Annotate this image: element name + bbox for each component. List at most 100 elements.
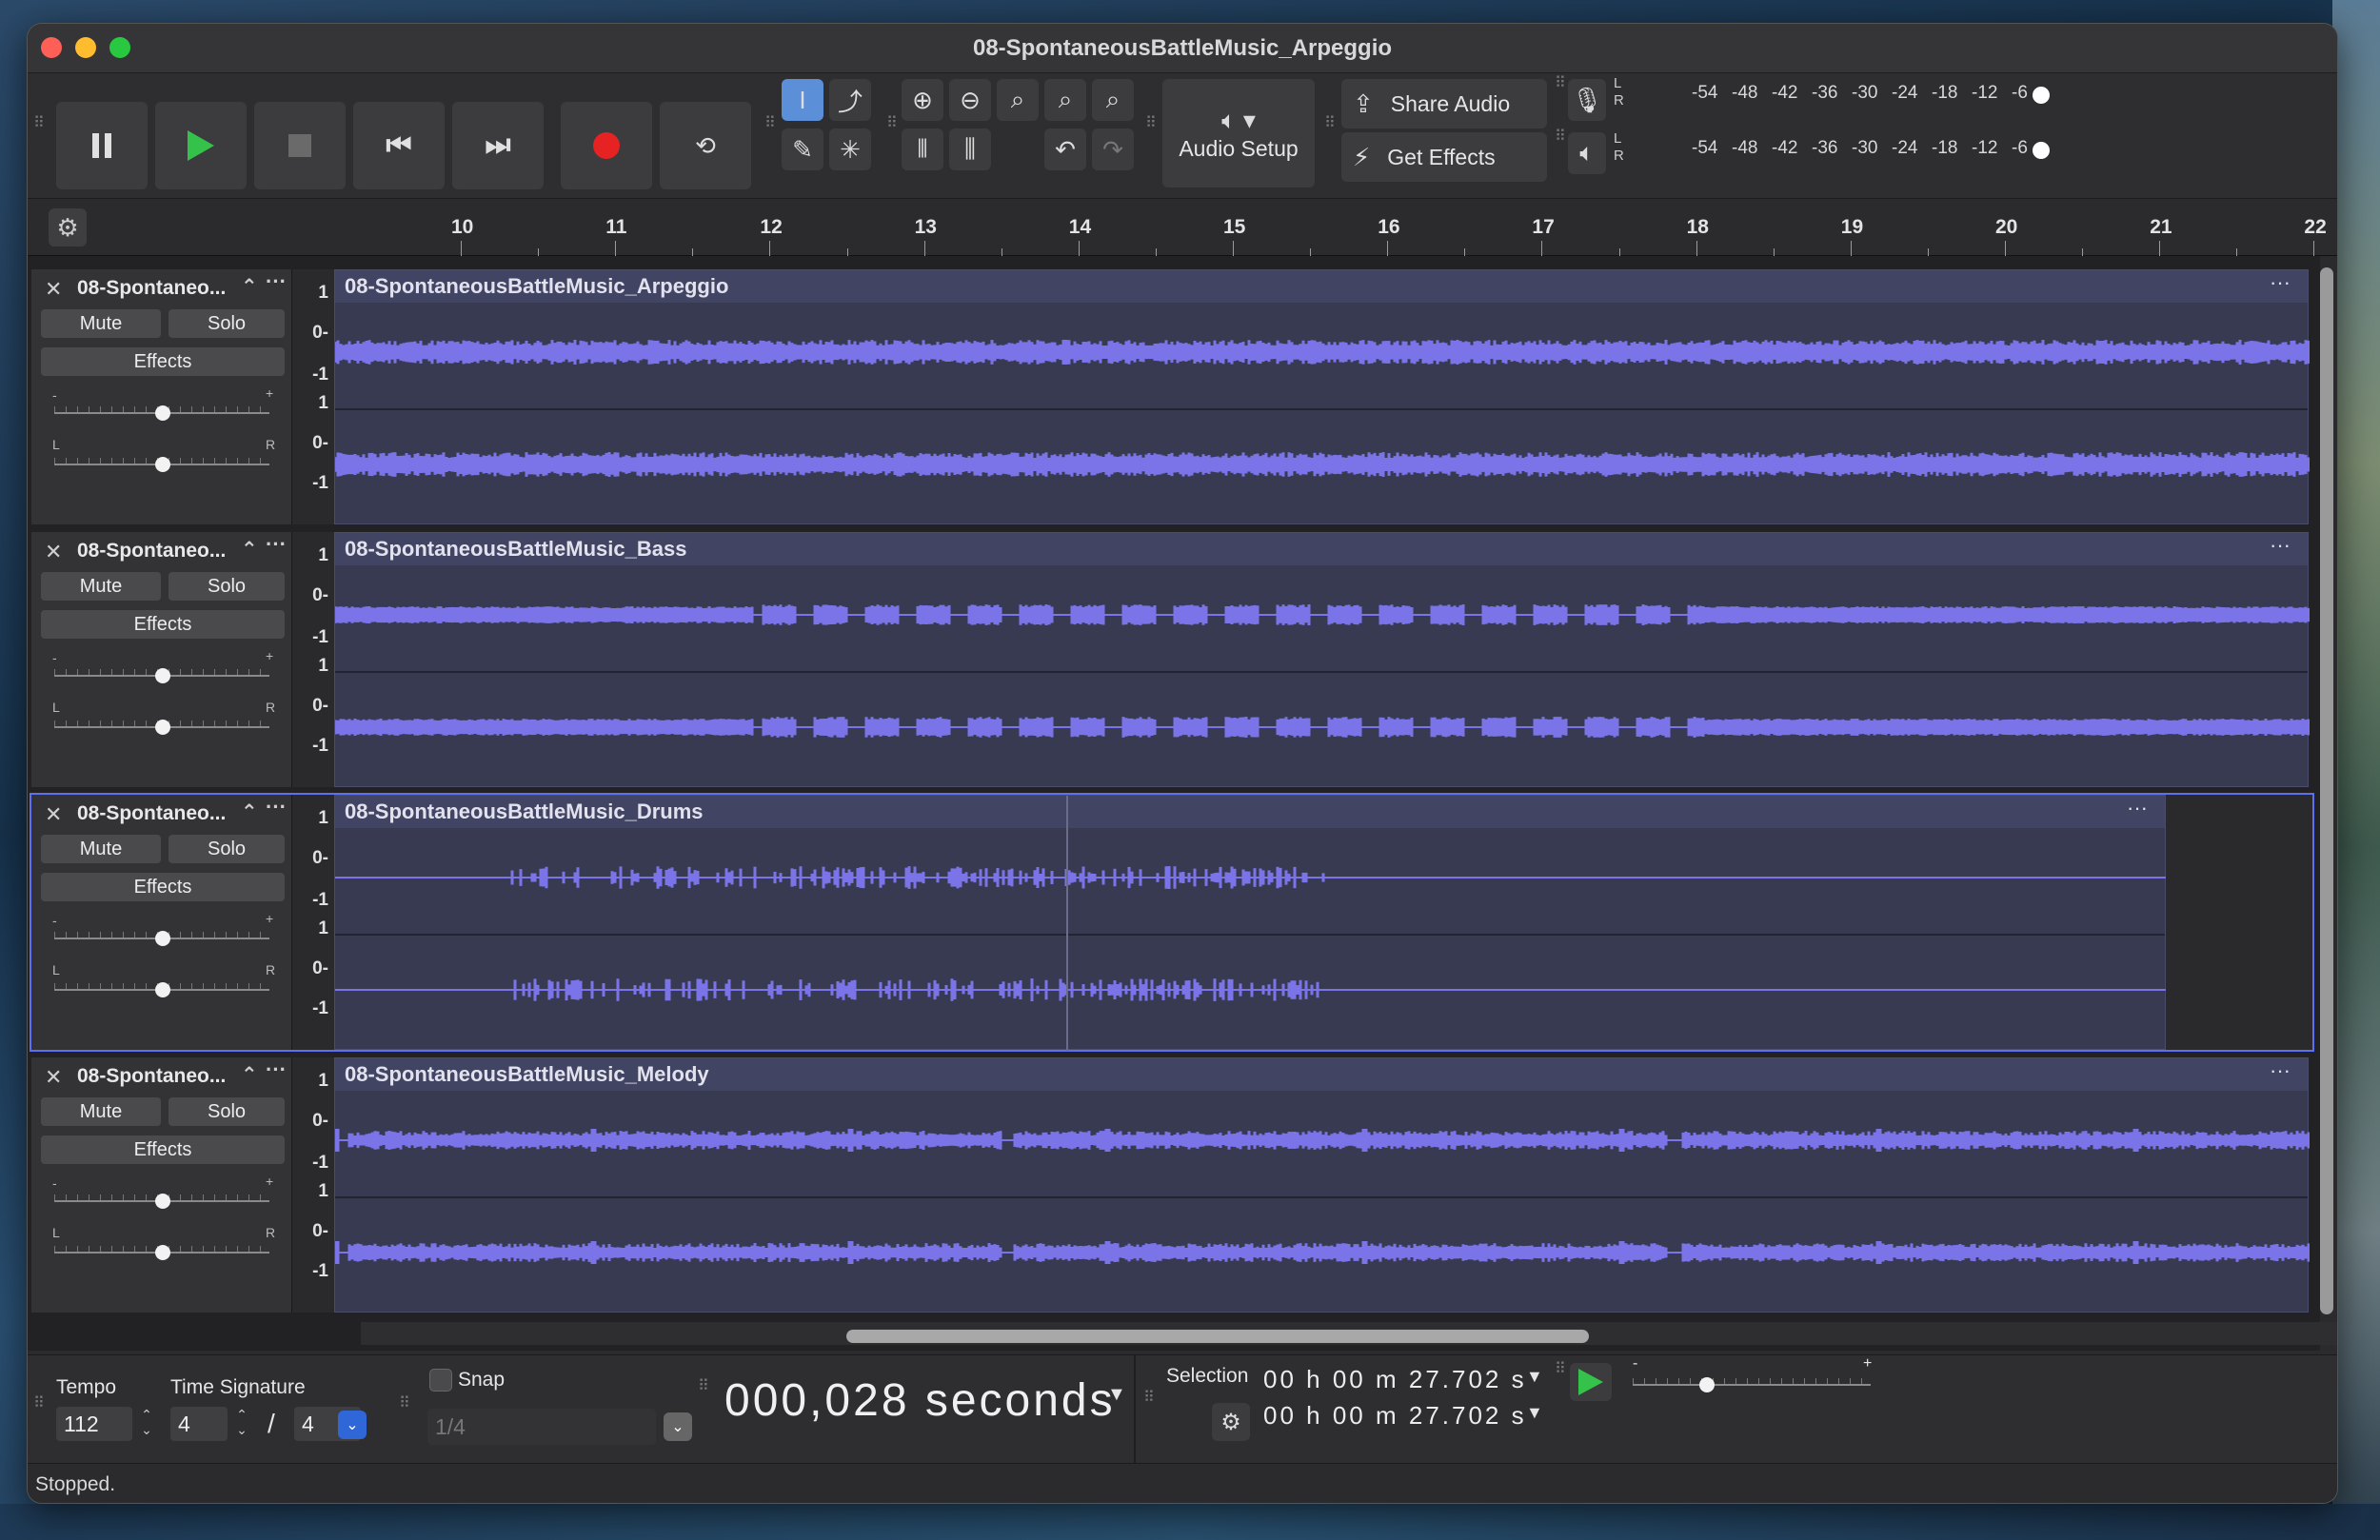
playback-meter-button[interactable]: 🔈︎ bbox=[1568, 132, 1606, 174]
tracks-area[interactable]: ✕ 08-Spontaneo... ⌃ ··· Mute Solo Effects - + L R 1… bbox=[28, 256, 2320, 1351]
redo-button[interactable]: ↷ bbox=[1092, 128, 1134, 170]
clip-title[interactable]: 08-SpontaneousBattleMusic_Bass bbox=[335, 533, 2308, 565]
track-menu-button[interactable]: ··· bbox=[266, 269, 287, 294]
toolbar-grip[interactable]: ⠿ bbox=[886, 116, 898, 142]
selection-start-dropdown-icon[interactable]: ▼ bbox=[1526, 1367, 1543, 1387]
collapse-track-button[interactable]: ⌃ bbox=[241, 538, 258, 562]
loop-button[interactable]: ⟲ bbox=[660, 102, 751, 189]
clip-menu-button[interactable]: ··· bbox=[2270, 1058, 2291, 1083]
get-effects-button[interactable]: ⚡︎ Get Effects bbox=[1341, 132, 1547, 182]
clip-menu-button[interactable]: ··· bbox=[2270, 533, 2291, 558]
amplitude-scale[interactable]: 1 0- -1 1 0- -1 bbox=[292, 532, 334, 787]
amplitude-scale[interactable]: 1 0- -1 1 0- -1 bbox=[292, 795, 334, 1050]
snap-checkbox[interactable] bbox=[429, 1369, 452, 1392]
time-signature-dropdown[interactable]: ⌄ bbox=[338, 1411, 367, 1439]
track-name[interactable]: 08-Spontaneo... bbox=[77, 802, 226, 825]
zoom-out-button[interactable]: ⊖ bbox=[949, 79, 991, 121]
skip-to-start-button[interactable]: ⏮ bbox=[353, 102, 445, 189]
solo-button[interactable]: Solo bbox=[169, 835, 285, 863]
selection-settings-button[interactable]: ⚙ bbox=[1212, 1403, 1250, 1441]
solo-button[interactable]: Solo bbox=[169, 572, 285, 601]
vertical-scroll-thumb[interactable] bbox=[2320, 267, 2333, 1314]
timeline-settings-button[interactable]: ⚙ bbox=[49, 208, 87, 247]
pause-button[interactable] bbox=[56, 102, 148, 189]
tempo-stepper[interactable]: ⌃ ⌄ bbox=[136, 1407, 157, 1441]
tempo-input[interactable]: 112 bbox=[56, 1407, 132, 1441]
gain-slider-knob[interactable] bbox=[155, 1194, 170, 1209]
effects-button[interactable]: Effects bbox=[41, 1135, 285, 1164]
amplitude-scale[interactable]: 1 0- -1 1 0- -1 bbox=[292, 1057, 334, 1313]
time-signature-stepper[interactable]: ⌃ ⌄ bbox=[231, 1407, 252, 1441]
effects-button[interactable]: Effects bbox=[41, 610, 285, 639]
playback-speed-slider[interactable] bbox=[1633, 1384, 1871, 1386]
horizontal-scroll-thumb[interactable] bbox=[846, 1330, 1589, 1343]
zoom-in-button[interactable]: ⊕ bbox=[902, 79, 943, 121]
toolbar-grip[interactable]: ⠿ bbox=[1555, 76, 1566, 102]
snap-value-select[interactable]: 1/4 bbox=[427, 1409, 656, 1445]
track-name[interactable]: 08-Spontaneo... bbox=[77, 1065, 226, 1088]
close-track-button[interactable]: ✕ bbox=[45, 802, 62, 827]
recording-level-knob[interactable] bbox=[2033, 87, 2050, 104]
selection-end-time[interactable]: 00 h 00 m 27.702 s bbox=[1263, 1401, 1527, 1431]
track-control-panel[interactable]: ✕ 08-Spontaneo... ⌃ ··· Mute Solo Effects - + L R bbox=[31, 1057, 292, 1313]
clip-title[interactable]: 08-SpontaneousBattleMusic_Arpeggio bbox=[335, 270, 2308, 303]
timeline-ruler[interactable]: ⚙ 10 11 12 13 14 15 16 17 18 19 20 21 22 bbox=[28, 199, 2337, 256]
share-audio-button[interactable]: ⇪ Share Audio bbox=[1341, 79, 1547, 128]
solo-button[interactable]: Solo bbox=[169, 1097, 285, 1126]
multi-tool-button[interactable]: ✳ bbox=[829, 128, 871, 170]
playback-level-knob[interactable] bbox=[2033, 142, 2050, 159]
track-name[interactable]: 08-Spontaneo... bbox=[77, 540, 226, 563]
play-at-speed-button[interactable] bbox=[1570, 1363, 1612, 1401]
toolbar-grip[interactable]: ⠿ bbox=[1145, 116, 1157, 142]
close-track-button[interactable]: ✕ bbox=[45, 1065, 62, 1090]
track-control-panel[interactable]: ✕ 08-Spontaneo... ⌃ ··· Mute Solo Effects - + L R bbox=[31, 269, 292, 524]
mute-button[interactable]: Mute bbox=[41, 309, 161, 338]
track-menu-button[interactable]: ··· bbox=[266, 795, 287, 819]
selection-end-dropdown-icon[interactable]: ▼ bbox=[1526, 1403, 1543, 1423]
toolbar-grip[interactable]: ⠿ bbox=[33, 1396, 45, 1422]
toolbar-grip[interactable]: ⠿ bbox=[1324, 116, 1336, 142]
collapse-track-button[interactable]: ⌃ bbox=[241, 1063, 258, 1087]
zoom-toggle-button[interactable]: ⌕ bbox=[1092, 79, 1134, 121]
audio-clip[interactable]: 08-SpontaneousBattleMusic_Melody ··· bbox=[333, 1057, 2311, 1313]
time-display-dropdown-icon[interactable]: ▼ bbox=[1107, 1384, 1126, 1406]
pan-slider-knob[interactable] bbox=[155, 982, 170, 997]
track-menu-button[interactable]: ··· bbox=[266, 532, 287, 557]
effects-button[interactable]: Effects bbox=[41, 873, 285, 901]
silence-button[interactable]: ⫼ bbox=[949, 128, 991, 170]
stop-button[interactable] bbox=[254, 102, 346, 189]
close-track-button[interactable]: ✕ bbox=[45, 540, 62, 564]
time-display[interactable]: 000,028 seconds bbox=[724, 1374, 1116, 1427]
fit-selection-button[interactable]: ⌕ bbox=[997, 79, 1039, 121]
close-track-button[interactable]: ✕ bbox=[45, 277, 62, 302]
track[interactable]: ✕ 08-Spontaneo... ⌃ ··· Mute Solo Effects - + L R 1… bbox=[30, 793, 2314, 1052]
toolbar-grip[interactable]: ⠿ bbox=[33, 116, 45, 142]
audio-clip[interactable]: 08-SpontaneousBattleMusic_Arpeggio ··· bbox=[333, 269, 2311, 524]
audio-clip[interactable]: 08-SpontaneousBattleMusic_Bass ··· bbox=[333, 532, 2311, 787]
recording-meter-scale[interactable]: -54 -48 -42 -36 -30 -24 -18 -12 -6 bbox=[1692, 83, 2052, 104]
clip-title[interactable]: 08-SpontaneousBattleMusic_Drums bbox=[335, 796, 2165, 828]
track-menu-button[interactable]: ··· bbox=[266, 1057, 287, 1082]
clip-menu-button[interactable]: ··· bbox=[2270, 270, 2291, 295]
effects-button[interactable]: Effects bbox=[41, 347, 285, 376]
track-name[interactable]: 08-Spontaneo... bbox=[77, 277, 226, 300]
snap-dropdown[interactable]: ⌄ bbox=[664, 1412, 692, 1441]
trim-outside-button[interactable]: ⫴ bbox=[902, 128, 943, 170]
toolbar-grip[interactable]: ⠿ bbox=[1555, 129, 1566, 155]
toolbar-grip[interactable]: ⠿ bbox=[698, 1379, 709, 1405]
playback-meter-scale[interactable]: -54 -48 -42 -36 -30 -24 -18 -12 -6 bbox=[1692, 138, 2052, 159]
clip-menu-button[interactable]: ··· bbox=[2127, 796, 2148, 820]
record-button[interactable] bbox=[561, 102, 652, 189]
pan-slider-knob[interactable] bbox=[155, 720, 170, 735]
pan-slider-knob[interactable] bbox=[155, 457, 170, 472]
collapse-track-button[interactable]: ⌃ bbox=[241, 800, 258, 824]
pan-slider-knob[interactable] bbox=[155, 1245, 170, 1260]
clip-title[interactable]: 08-SpontaneousBattleMusic_Melody bbox=[335, 1058, 2308, 1091]
playback-speed-knob[interactable] bbox=[1699, 1377, 1715, 1392]
track[interactable]: ✕ 08-Spontaneo... ⌃ ··· Mute Solo Effects - + L R 1… bbox=[31, 1057, 2312, 1313]
amplitude-scale[interactable]: 1 0- -1 1 0- -1 bbox=[292, 269, 334, 524]
gain-slider-knob[interactable] bbox=[155, 931, 170, 946]
track-control-panel[interactable]: ✕ 08-Spontaneo... ⌃ ··· Mute Solo Effects - + L R bbox=[31, 532, 292, 787]
audio-setup-button[interactable]: 🔈︎ ▾ Audio Setup bbox=[1162, 79, 1315, 188]
track[interactable]: ✕ 08-Spontaneo... ⌃ ··· Mute Solo Effects - + L R 1… bbox=[31, 269, 2312, 524]
